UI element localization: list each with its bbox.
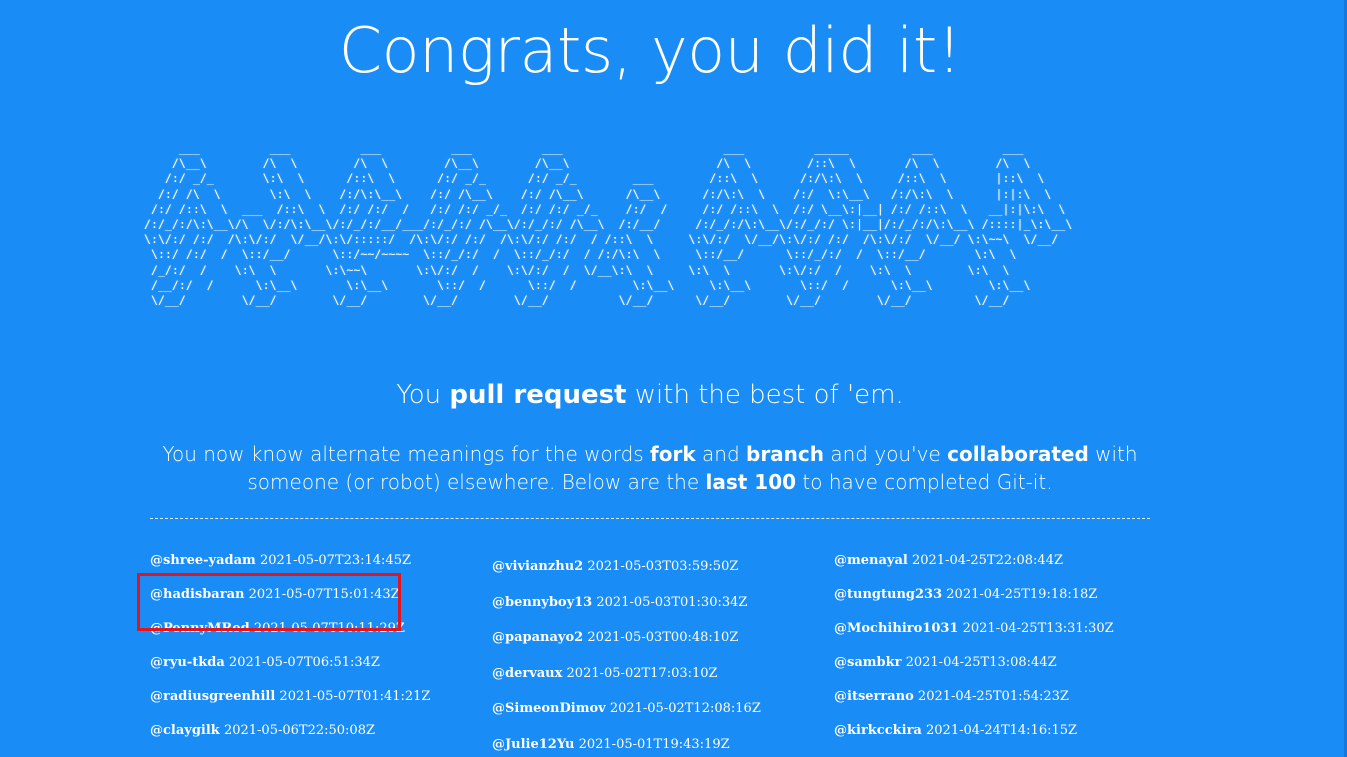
completer-entry: @sambkr 2021-04-25T13:08:44Z — [834, 655, 1164, 689]
completer-timestamp: 2021-04-24T14:16:15Z — [926, 723, 1078, 738]
description-paragraph: You now know alternate meanings for the … — [150, 440, 1150, 496]
completer-entry: @Mochihiro1031 2021-04-25T13:31:30Z — [834, 621, 1164, 655]
blurb-branch: branch — [746, 442, 825, 466]
completer-timestamp: 2021-04-25T01:54:23Z — [917, 689, 1069, 704]
tagline-bold: pull request — [449, 380, 627, 410]
blurb-last-100: last 100 — [705, 470, 797, 494]
completer-entry: @claygilk 2021-05-06T22:50:08Z — [150, 723, 480, 757]
completer-timestamp: 2021-05-06T22:50:08Z — [223, 723, 375, 738]
completers-column-2: @vivianzhu2 2021-05-03T03:59:50Z @bennyb… — [492, 559, 822, 757]
page: Congrats, you did it! ___ ___ ___ ___ __… — [0, 0, 1347, 757]
completer-username-link[interactable]: @kirkcckira — [834, 723, 922, 738]
completer-username-link[interactable]: @ryu-tkda — [150, 655, 225, 670]
completer-timestamp: 2021-05-03T03:59:50Z — [587, 559, 739, 574]
completer-username-link[interactable]: @shree-yadam — [150, 553, 256, 568]
completer-timestamp: 2021-05-03T00:48:10Z — [587, 630, 739, 645]
completer-timestamp: 2021-05-02T17:03:10Z — [566, 665, 718, 681]
completer-entry: @ryu-tkda 2021-05-07T06:51:34Z — [150, 655, 480, 689]
completer-username-link[interactable]: @vivianzhu2 — [492, 559, 583, 574]
highlight-annotation-box — [137, 573, 401, 631]
completers-column-3: @menayal 2021-04-25T22:08:44Z @tungtung2… — [834, 553, 1164, 757]
completer-entry: @itserrano 2021-04-25T01:54:23Z — [834, 689, 1164, 723]
completer-username-link[interactable]: @itserrano — [834, 689, 914, 704]
completer-entry: @dervaux 2021-05-02T17:03:10Z — [492, 666, 822, 702]
completer-entry: @Julie12Yu 2021-05-01T19:43:19Z — [492, 737, 822, 757]
blurb-text-1: You now know alternate meanings for the … — [162, 442, 651, 466]
tagline: You pull request with the best of 'em. — [0, 380, 1300, 410]
ascii-art-banner: ___ ___ ___ ___ ___ ___ _____ ___ ___ /\… — [143, 141, 1073, 308]
completer-timestamp: 2021-04-25T19:18:18Z — [946, 587, 1098, 602]
completer-timestamp: 2021-05-03T01:30:34Z — [596, 594, 748, 610]
completer-username-link[interactable]: @radiusgreenhill — [150, 689, 275, 704]
completer-timestamp: 2021-04-25T13:31:30Z — [962, 621, 1114, 636]
completer-username-link[interactable]: @sambkr — [834, 655, 901, 670]
completer-username-link[interactable]: @tungtung233 — [834, 587, 942, 602]
completer-username-link[interactable]: @dervaux — [492, 666, 562, 681]
completer-username-link[interactable]: @papanayo2 — [492, 630, 583, 645]
completer-timestamp: 2021-05-07T06:51:34Z — [228, 655, 380, 670]
tagline-suffix: with the best of 'em. — [626, 380, 904, 410]
completer-entry: @radiusgreenhill 2021-05-07T01:41:21Z — [150, 689, 480, 723]
blurb-text-5: to have completed Git-it. — [796, 470, 1053, 494]
completer-timestamp: 2021-05-01T19:43:19Z — [578, 736, 730, 752]
completer-entry: @kirkcckira 2021-04-24T14:16:15Z — [834, 723, 1164, 757]
completer-timestamp: 2021-04-25T13:08:44Z — [905, 655, 1057, 670]
completer-timestamp: 2021-05-02T12:08:16Z — [609, 701, 761, 716]
completer-username-link[interactable]: @Mochihiro1031 — [834, 621, 958, 636]
completer-entry: @menayal 2021-04-25T22:08:44Z — [834, 553, 1164, 587]
completer-timestamp: 2021-05-07T01:41:21Z — [279, 689, 431, 704]
completer-entry: @papanayo2 2021-05-03T00:48:10Z — [492, 630, 822, 666]
completer-timestamp: 2021-05-07T23:14:45Z — [259, 553, 411, 568]
blurb-text-3: and you've — [824, 442, 948, 466]
completer-username-link[interactable]: @Julie12Yu — [492, 737, 574, 752]
completer-timestamp: 2021-04-25T22:08:44Z — [911, 553, 1064, 568]
blurb-fork: fork — [650, 442, 696, 466]
dashed-divider — [150, 518, 1150, 519]
completer-username-link[interactable]: @bennyboy13 — [492, 595, 592, 610]
page-title: Congrats, you did it! — [338, 14, 962, 87]
completer-entry: @bennyboy13 2021-05-03T01:30:34Z — [492, 595, 822, 631]
completer-username-link[interactable]: @menayal — [834, 553, 908, 568]
completer-username-link[interactable]: @SimeonDimov — [492, 701, 606, 716]
completer-username-link[interactable]: @claygilk — [150, 723, 220, 738]
completer-entry: @tungtung233 2021-04-25T19:18:18Z — [834, 587, 1164, 621]
tagline-prefix: You — [396, 380, 450, 410]
blurb-collaborated: collaborated — [947, 442, 1089, 466]
blurb-text-2: and — [695, 442, 746, 466]
completer-entry: @SimeonDimov 2021-05-02T12:08:16Z — [492, 701, 822, 737]
completer-entry: @vivianzhu2 2021-05-03T03:59:50Z — [492, 559, 822, 595]
